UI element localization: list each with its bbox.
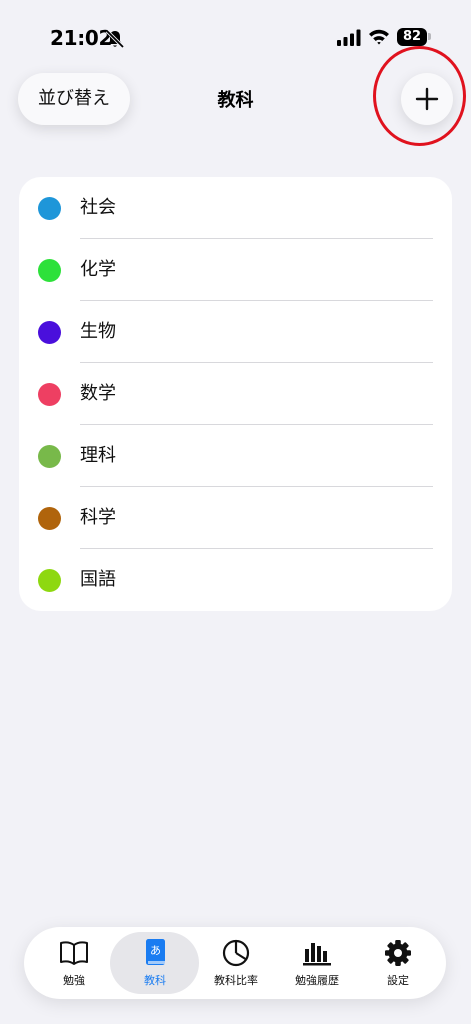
tab-subjects[interactable]: あ 教科 [113,927,197,999]
subject-row-social-studies[interactable]: 社会 [19,177,452,239]
tab-label: 教科 [144,974,166,987]
subject-color-dot [38,507,61,530]
tab-label: 教科比率 [214,974,258,987]
svg-text:あ: あ [150,944,161,957]
tab-label: 設定 [387,974,409,987]
subject-color-dot [38,259,61,282]
battery-indicator: 82 [397,28,427,46]
subject-label: 国語 [80,569,116,590]
textbook-icon: あ [146,939,165,965]
subject-color-dot [38,383,61,406]
subject-row-math[interactable]: 数学 [19,363,452,425]
status-time: 21:02 [50,26,113,50]
tab-label: 勉強履歴 [295,974,339,987]
tab-study-history[interactable]: 勉強履歴 [275,927,359,999]
subject-label: 社会 [80,197,116,218]
subject-color-dot [38,321,61,344]
tab-label: 勉強 [63,974,85,987]
tab-settings[interactable]: 設定 [356,927,440,999]
subject-row-chemistry[interactable]: 化学 [19,239,452,301]
tab-subject-ratio[interactable]: 教科比率 [194,927,278,999]
subject-row-biology[interactable]: 生物 [19,301,452,363]
subject-label: 科学 [80,507,116,528]
subject-color-dot [38,197,61,220]
book-icon [60,941,88,965]
subject-list: 社会 化学 生物 数学 理科 科学 国語 [19,177,452,611]
gear-icon [385,940,411,966]
bar-chart-icon [303,943,331,966]
subject-label: 数学 [80,383,116,404]
subject-label: 化学 [80,259,116,280]
battery-cap [428,33,431,40]
subject-color-dot [38,569,61,592]
subject-row-japanese[interactable]: 国語 [19,549,452,611]
tab-bar: 勉強 あ 教科 教科比率 勉強履歴 設定 [24,927,446,999]
subject-label: 理科 [80,445,116,466]
subject-row-science[interactable]: 理科 [19,425,452,487]
bell-slash-icon [105,29,125,49]
subject-label: 生物 [80,321,116,342]
tab-study[interactable]: 勉強 [32,927,116,999]
highlight-annotation-circle [373,46,466,146]
subject-color-dot [38,445,61,468]
wifi-icon [369,29,389,45]
cellular-signal-icon [337,29,361,46]
subject-row-kagaku[interactable]: 科学 [19,487,452,549]
pie-chart-icon [222,939,250,967]
